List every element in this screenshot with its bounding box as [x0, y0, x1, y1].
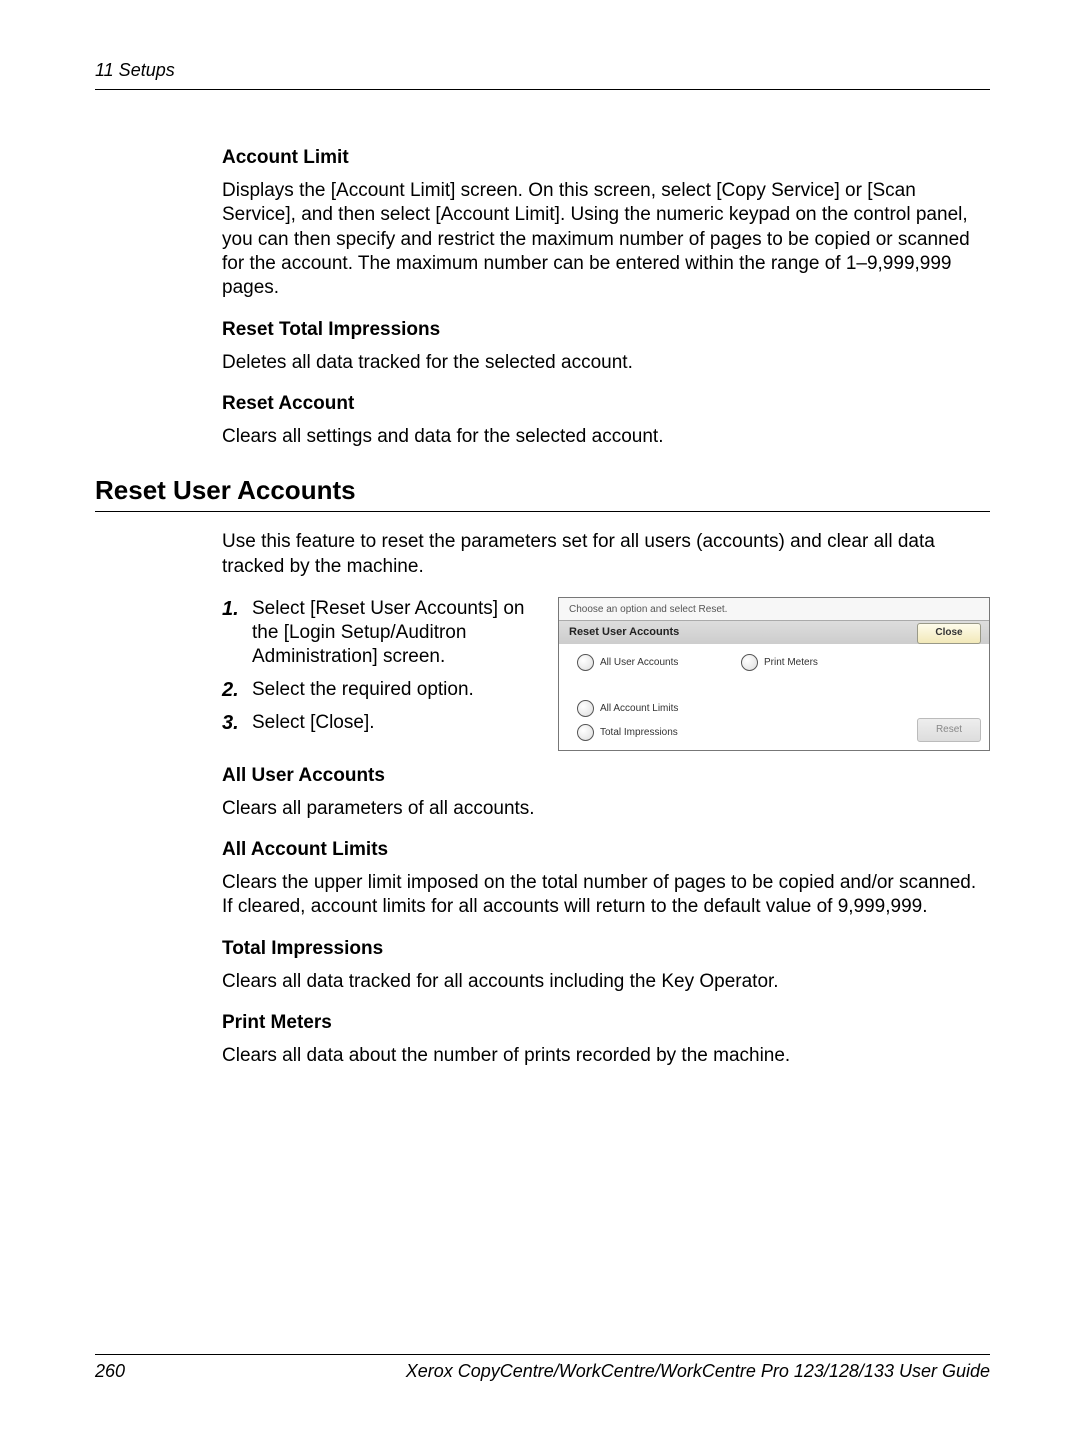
radio-label: All Account Limits: [600, 703, 678, 714]
heading-reset-total-impressions: Reset Total Impressions: [222, 319, 990, 341]
radio-icon: [577, 700, 594, 717]
step-text: Select the required option.: [252, 678, 474, 702]
radio-icon: [577, 724, 594, 741]
radio-print-meters[interactable]: Print Meters: [741, 654, 818, 671]
header-rule: [95, 89, 990, 90]
radio-label: Total Impressions: [600, 727, 678, 738]
radio-all-account-limits[interactable]: All Account Limits: [577, 700, 678, 717]
section-rule: [95, 511, 990, 512]
step-text: Select [Reset User Accounts] on the [Log…: [252, 597, 542, 670]
body-reset-total-impressions: Deletes all data tracked for the selecte…: [222, 351, 990, 375]
heading-account-limit: Account Limit: [222, 147, 990, 169]
radio-total-impressions[interactable]: Total Impressions: [577, 724, 678, 741]
book-title: Xerox CopyCentre/WorkCentre/WorkCentre P…: [406, 1361, 990, 1382]
close-button[interactable]: Close: [917, 623, 981, 644]
running-header: 11 Setups: [95, 60, 990, 81]
step-number: 1.: [222, 597, 252, 623]
screenshot-body: All User Accounts Print Meters All Accou…: [559, 644, 989, 750]
radio-label: Print Meters: [764, 657, 818, 668]
body-all-account-limits: Clears the upper limit imposed on the to…: [222, 871, 990, 920]
step-row: 2. Select the required option.: [222, 678, 542, 704]
steps-list: 1. Select [Reset User Accounts] on the […: [222, 597, 542, 745]
screenshot-hint: Choose an option and select Reset.: [569, 604, 727, 615]
reset-button[interactable]: Reset: [917, 718, 981, 742]
step-row: 3. Select [Close].: [222, 711, 542, 737]
heading-all-account-limits: All Account Limits: [222, 839, 990, 861]
step-number: 2.: [222, 678, 252, 704]
section-heading-reset-user-accounts: Reset User Accounts: [95, 475, 990, 506]
body-account-limit: Displays the [Account Limit] screen. On …: [222, 179, 990, 301]
heading-all-user-accounts: All User Accounts: [222, 765, 990, 787]
radio-icon: [741, 654, 758, 671]
body-total-impressions: Clears all data tracked for all accounts…: [222, 970, 990, 994]
page-number: 260: [95, 1361, 125, 1382]
footer-row: 260 Xerox CopyCentre/WorkCentre/WorkCent…: [95, 1361, 990, 1382]
intro-reset-user-accounts: Use this feature to reset the parameters…: [222, 530, 990, 579]
screenshot-title: Reset User Accounts: [569, 626, 679, 638]
step-row: 1. Select [Reset User Accounts] on the […: [222, 597, 542, 670]
body-print-meters: Clears all data about the number of prin…: [222, 1044, 990, 1068]
radio-label: All User Accounts: [600, 657, 678, 668]
screenshot-titlebar: Reset User Accounts Close: [559, 620, 989, 646]
body-reset-account: Clears all settings and data for the sel…: [222, 425, 990, 449]
heading-print-meters: Print Meters: [222, 1012, 990, 1034]
body-all-user-accounts: Clears all parameters of all accounts.: [222, 797, 990, 821]
step-number: 3.: [222, 711, 252, 737]
heading-total-impressions: Total Impressions: [222, 938, 990, 960]
radio-icon: [577, 654, 594, 671]
step-text: Select [Close].: [252, 711, 375, 735]
embedded-device-screenshot: Choose an option and select Reset. Reset…: [558, 597, 990, 751]
footer-rule: [95, 1354, 990, 1355]
radio-all-user-accounts[interactable]: All User Accounts: [577, 654, 678, 671]
heading-reset-account: Reset Account: [222, 393, 990, 415]
